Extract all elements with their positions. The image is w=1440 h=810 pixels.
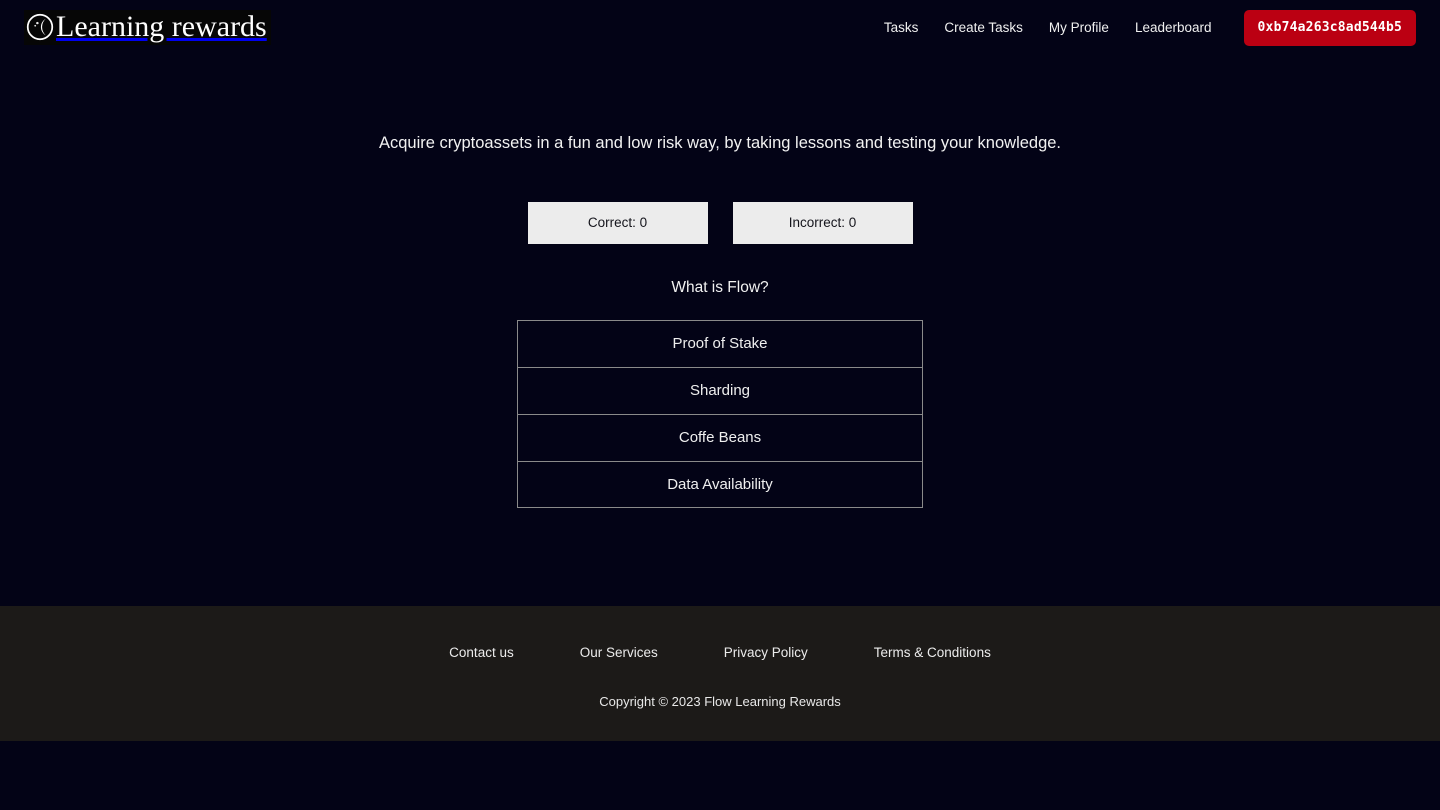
nav-item-create-tasks[interactable]: Create Tasks <box>931 15 1036 41</box>
tagline: Acquire cryptoassets in a fun and low ri… <box>378 134 1062 152</box>
copyright-text: Copyright © 2023 Flow Learning Rewards <box>599 694 841 709</box>
site-header: Learning rewards Tasks Create Tasks My P… <box>0 0 1440 55</box>
site-footer: Contact us Our Services Privacy Policy T… <box>0 606 1440 741</box>
score-incorrect[interactable]: Incorrect: 0 <box>732 202 913 244</box>
nav-item-leaderboard[interactable]: Leaderboard <box>1122 15 1225 41</box>
page-root: Learning rewards Tasks Create Tasks My P… <box>0 0 1440 810</box>
page-bottom-spacer <box>0 741 1440 810</box>
nav-item-my-profile[interactable]: My Profile <box>1036 15 1122 41</box>
wallet-address-button[interactable]: 0xb74a263c8ad544b5 <box>1243 9 1416 46</box>
main-nav: Tasks Create Tasks My Profile Leaderboar… <box>871 9 1416 46</box>
footer-link-contact-us[interactable]: Contact us <box>416 644 547 662</box>
score-correct[interactable]: Correct: 0 <box>527 202 708 244</box>
quiz-option-4[interactable]: Data Availability <box>517 461 923 508</box>
score-row: Correct: 0 Incorrect: 0 <box>527 202 913 244</box>
quiz-options-list: Proof of Stake Sharding Coffe Beans Data… <box>517 320 923 508</box>
footer-links: Contact us Our Services Privacy Policy T… <box>416 644 1024 662</box>
main-content: Acquire cryptoassets in a fun and low ri… <box>0 55 1440 606</box>
quiz-option-2[interactable]: Sharding <box>517 367 923 414</box>
footer-link-our-services[interactable]: Our Services <box>547 644 691 662</box>
quiz-option-3[interactable]: Coffe Beans <box>517 414 923 461</box>
quiz-question: What is Flow? <box>671 279 769 296</box>
crescent-moon-circle-icon <box>26 13 54 41</box>
brand-name: Learning rewards <box>56 10 267 43</box>
footer-link-privacy-policy[interactable]: Privacy Policy <box>691 644 841 662</box>
brand-logo-link[interactable]: Learning rewards <box>24 10 271 45</box>
footer-link-terms-conditions[interactable]: Terms & Conditions <box>841 644 1024 662</box>
quiz-option-1[interactable]: Proof of Stake <box>517 320 923 367</box>
nav-item-tasks[interactable]: Tasks <box>871 15 932 41</box>
